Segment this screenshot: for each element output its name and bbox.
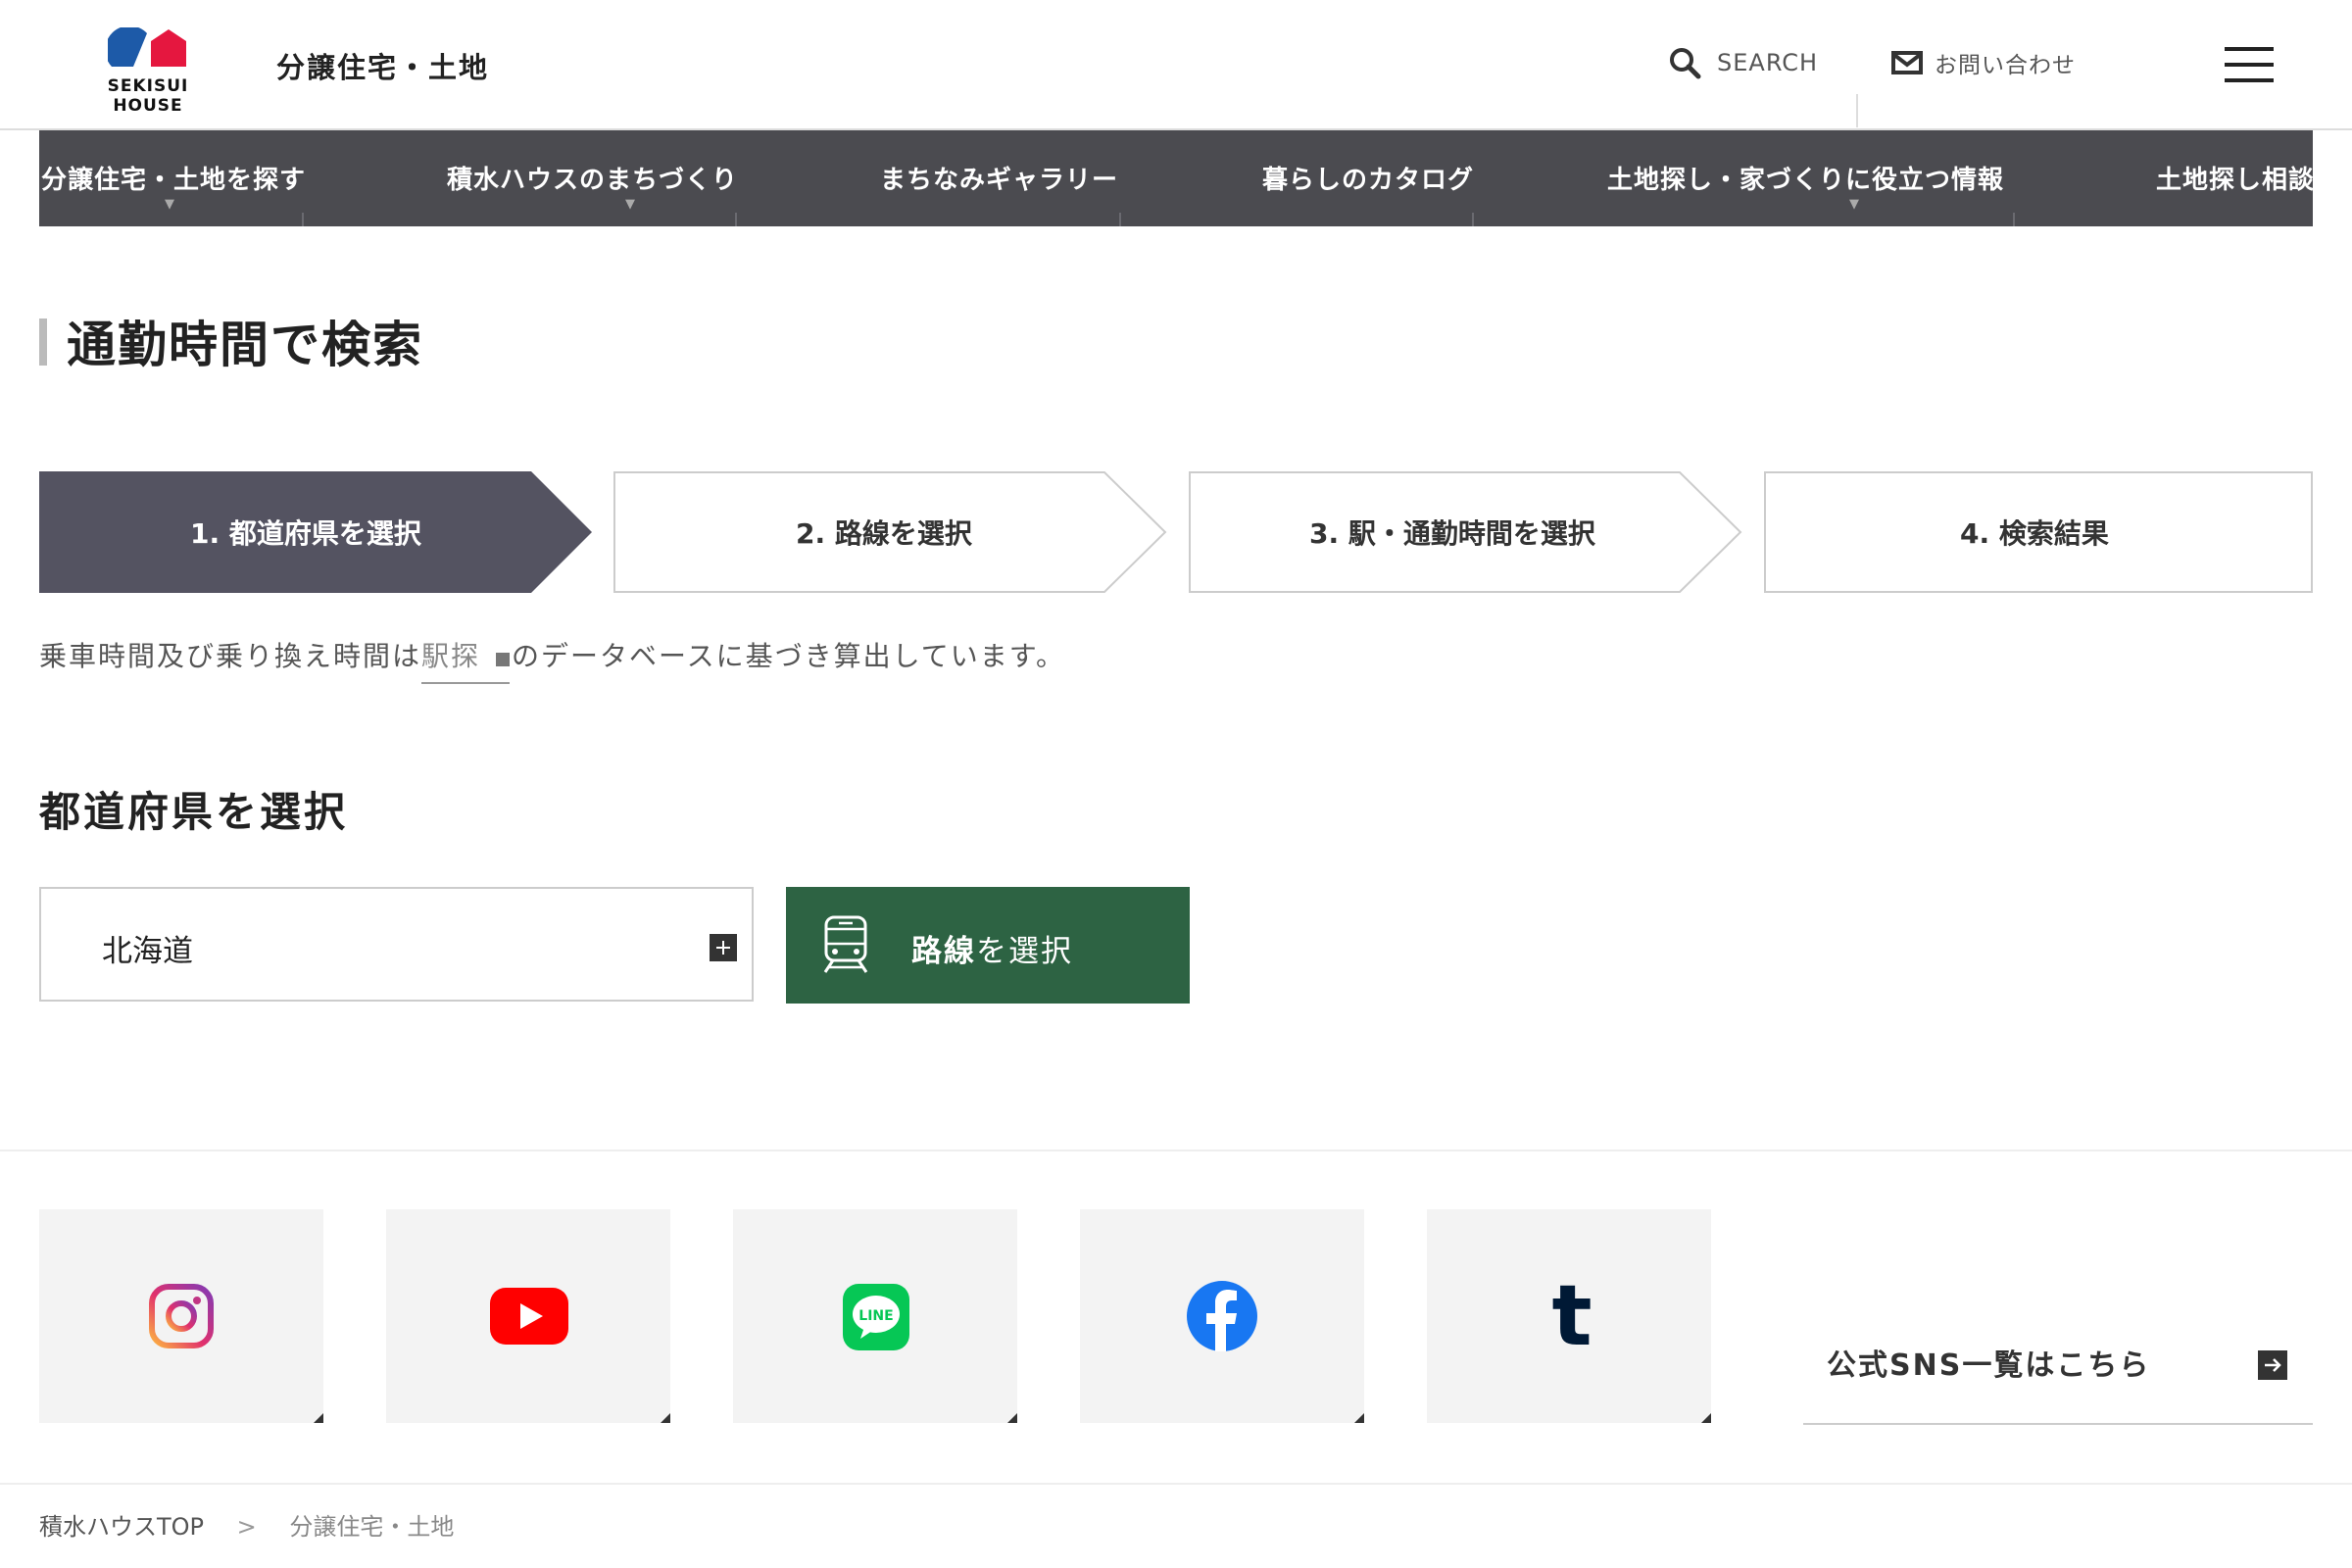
sns-instagram-tile[interactable] [39,1209,323,1423]
logo-text: SEKISUI HOUSE [107,76,189,116]
nav-item-useful-info[interactable]: 土地探し・家づくりに役立つ情報 ▼ [1474,130,2013,226]
select-route-button[interactable]: 路線を選択 [786,887,1190,1004]
divider [1856,94,1858,127]
nav-item-consultation[interactable]: 土地探し相談 [2015,130,2313,226]
nav-item-catalog[interactable]: 暮らしのカタログ [1121,130,1473,226]
external-link-icon [496,653,511,666]
sns-list-link-label: 公式SNS一覧はこちら [1827,1348,2151,1383]
route-label-bold: 路線 [911,934,976,969]
corner-mark [1701,1413,1711,1423]
contact-label: お問い合わせ [1935,53,2076,78]
search-icon [1670,48,1701,79]
nav-item-gallery[interactable]: まちなみギャラリー [737,130,1119,226]
search-label: SEARCH [1717,49,1819,76]
step-label: 1. 都道府県を選択 [190,517,421,550]
select-route-label: 路線を選択 [911,926,1073,970]
title-accent-bar [39,318,47,366]
sns-list-link[interactable]: 公式SNS一覧はこちら [1803,1305,2313,1425]
nav-item-label: まちなみギャラリー [880,166,1119,195]
nav-item-label: 積水ハウスのまちづくり [447,166,739,195]
sns-youtube-tile[interactable] [386,1209,670,1423]
step-label: 2. 路線を選択 [796,517,972,550]
youtube-icon [490,1288,568,1345]
corner-mark [314,1413,323,1423]
step-1-prefecture: 1. 都道府県を選択 [39,471,594,593]
step-2-route: 2. 路線を選択 [613,471,1168,593]
train-icon [823,915,868,973]
prefecture-select[interactable]: 北海道 [39,887,754,1002]
nav-item-label: 土地探し相談 [2156,166,2313,195]
nav-item-label: 分譲住宅・土地を探す [41,166,307,195]
step-3-station: 3. 駅・通勤時間を選択 [1189,471,1743,593]
note-text: 乗車時間及び乗り換え時間は [39,640,422,672]
menu-icon[interactable] [2225,47,2274,82]
corner-mark [661,1413,670,1423]
global-nav: 分譲住宅・土地を探す ▼ 積水ハウスのまちづくり ▼ まちなみギャラリー 暮らし… [39,130,2313,226]
ekitan-link-label: 駅探 [421,640,481,672]
prefecture-select-value: 北海道 [102,934,193,969]
arrow-right-icon [2258,1350,2287,1380]
chevron-down-icon: ▼ [165,197,175,212]
divider [0,1483,2352,1485]
nav-item-town-planning[interactable]: 積水ハウスのまちづくり ▼ [304,130,739,226]
site-title[interactable]: 分譲住宅・土地 [276,45,489,86]
data-source-note: 乗車時間及び乗り換え時間は駅探 のデータベースに基づき算出しています。 [39,635,1066,684]
instagram-icon [149,1284,214,1348]
sekisui-house-logo[interactable]: SEKISUI HOUSE [74,27,221,116]
sns-line-tile[interactable]: LINE [733,1209,1017,1423]
breadcrumb: 積水ハウスTOP > 分譲住宅・土地 [39,1507,454,1542]
corner-mark [1007,1413,1017,1423]
section-title: 都道府県を選択 [39,788,349,836]
breadcrumb-separator: > [236,1513,257,1541]
tumblr-icon: t [1551,1278,1592,1356]
nav-item-search-homes[interactable]: 分譲住宅・土地を探す ▼ [39,130,307,226]
note-text: のデータベースに基づき算出しています。 [512,640,1066,672]
facebook-icon [1187,1281,1257,1351]
step-label: 4. 検索結果 [1960,517,2109,550]
site-header: SEKISUI HOUSE 分譲住宅・土地 SEARCH お問い合わせ [0,0,2352,130]
sns-facebook-tile[interactable] [1080,1209,1364,1423]
breadcrumb-current: 分譲住宅・土地 [289,1513,455,1541]
divider [0,1150,2352,1152]
corner-mark [1354,1413,1364,1423]
chevron-down-icon: ▼ [625,197,636,212]
line-icon-text: LINE [858,1308,893,1324]
step-4-results: 4. 検索結果 [1764,471,2313,593]
sns-tumblr-tile[interactable]: t [1427,1209,1711,1423]
page-title: 通勤時間で検索 [67,317,423,373]
logo-mark-icon [108,27,186,67]
contact-link[interactable]: お問い合わせ [1891,43,2076,82]
search-button[interactable]: SEARCH [1668,43,1818,82]
step-label: 3. 駅・通勤時間を選択 [1309,517,1595,550]
mail-icon [1891,51,1923,74]
nav-item-label: 暮らしのカタログ [1262,166,1475,195]
tumblr-icon-text: t [1551,1278,1592,1356]
breadcrumb-home-link[interactable]: 積水ハウスTOP [39,1513,204,1541]
chevron-down-icon: ▼ [1849,197,1860,212]
nav-item-label: 土地探し・家づくりに役立つ情報 [1607,166,2005,195]
plus-icon [710,934,737,961]
route-label-rest: を選択 [976,934,1073,969]
line-icon: LINE [843,1284,909,1350]
